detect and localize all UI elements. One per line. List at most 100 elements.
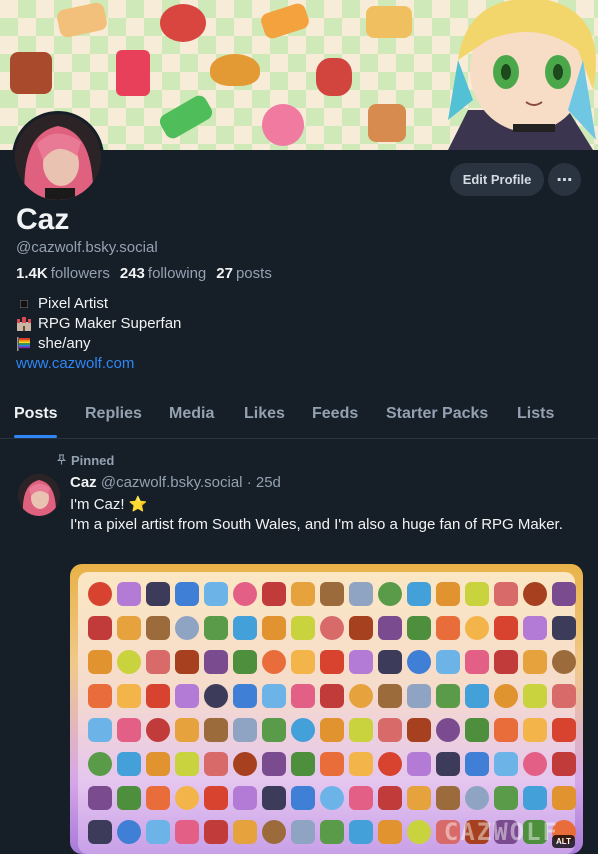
donut-sprite [262, 104, 304, 146]
pixel-sprite [88, 684, 112, 708]
display-name: Caz [16, 203, 70, 236]
pixel-sprite [262, 718, 286, 742]
pixel-sprite [349, 820, 373, 844]
followers-stat[interactable]: 1.4K followers [16, 265, 110, 282]
pie-sprite [366, 6, 412, 38]
tab-likes[interactable]: Likes [244, 405, 285, 423]
tab-media[interactable]: Media [169, 405, 214, 423]
black-square-icon [16, 297, 32, 311]
post-author-handle[interactable]: @cazwolf.bsky.social [101, 474, 243, 491]
pixel-sprite [146, 820, 170, 844]
tab-lists[interactable]: Lists [517, 405, 554, 423]
pixel-sprite [117, 684, 141, 708]
pixel-sprite [146, 616, 170, 640]
post-author-avatar[interactable] [18, 474, 60, 516]
following-label: following [147, 265, 207, 282]
tart-sprite [160, 4, 206, 42]
following-stat[interactable]: 243 following [120, 265, 206, 282]
post-separator: · [246, 474, 252, 491]
avatar-photo [15, 114, 101, 200]
pixel-sprite [88, 582, 112, 606]
pixel-sprite [523, 786, 547, 810]
website-link[interactable]: www.cazwolf.com [16, 355, 134, 372]
pixel-sprite [523, 616, 547, 640]
pixel-sprite [320, 820, 344, 844]
pixel-sprite [117, 582, 141, 606]
pixel-sprite [552, 786, 576, 810]
tab-posts[interactable]: Posts [14, 405, 58, 423]
tab-starter-packs[interactable]: Starter Packs [386, 405, 488, 423]
pixel-sprite [465, 650, 489, 674]
pixel-sprite [175, 820, 199, 844]
pixel-sprite [523, 718, 547, 742]
pixel-sprite [494, 752, 518, 776]
pixel-sprite [465, 582, 489, 606]
pixel-sprite [262, 616, 286, 640]
pixel-sprite [523, 684, 547, 708]
post-timestamp[interactable]: 25d [256, 474, 281, 491]
pixel-sprite [175, 718, 199, 742]
pixel-sprite [378, 650, 402, 674]
pixel-sprite [146, 718, 170, 742]
pixel-sprite [175, 752, 199, 776]
profile-bio: Pixel Artist RPG Maker Superfan she/any … [16, 294, 181, 374]
pixel-sprite [204, 616, 228, 640]
pixel-sprite [407, 786, 431, 810]
image-watermark: CAZWOLF [443, 818, 559, 846]
pixel-sprite [262, 752, 286, 776]
pixel-sprite [407, 616, 431, 640]
pixel-sprite [204, 684, 228, 708]
pinned-label: Pinned [71, 453, 115, 468]
pixel-sprite [146, 684, 170, 708]
edit-profile-button[interactable]: Edit Profile [450, 163, 544, 196]
followers-count: 1.4K [16, 265, 48, 282]
pixel-sprite [465, 718, 489, 742]
more-options-button[interactable]: ⋯ [548, 163, 581, 196]
pixel-sprite [204, 820, 228, 844]
pixel-sprite [88, 650, 112, 674]
post-line-1: I'm Caz! [70, 496, 125, 513]
pixel-sprite [233, 718, 257, 742]
active-tab-indicator [14, 435, 57, 438]
pixel-sprite [494, 582, 518, 606]
pixel-sprite [233, 786, 257, 810]
pixel-sprite [407, 820, 431, 844]
pixel-sprite [117, 752, 141, 776]
pixel-sprite [320, 582, 344, 606]
tab-feeds[interactable]: Feeds [312, 405, 358, 423]
profile-tabs: Posts Replies Media Likes Feeds Starter … [0, 398, 598, 439]
pixel-sprite [349, 786, 373, 810]
pixel-sprite [407, 752, 431, 776]
pixel-sprite [262, 650, 286, 674]
alt-text-badge[interactable]: ALT [552, 835, 575, 848]
post-author-name[interactable]: Caz [70, 474, 97, 491]
pixel-sprite [204, 752, 228, 776]
pixel-sprite [378, 820, 402, 844]
pixel-sprite [407, 650, 431, 674]
pixel-sprite [291, 650, 315, 674]
pixel-sprite [552, 752, 576, 776]
pin-icon [56, 453, 67, 468]
profile-avatar[interactable] [12, 111, 104, 203]
pixel-sprite [349, 616, 373, 640]
pixel-sprite [117, 718, 141, 742]
pixel-sprite [436, 752, 460, 776]
tab-replies[interactable]: Replies [85, 405, 142, 423]
bio-line-3: she/any [38, 335, 91, 352]
popsicle-sprite [156, 92, 216, 142]
rainbow-flag-icon [16, 337, 32, 351]
pixel-sprite [436, 718, 460, 742]
pixel-sprite [378, 616, 402, 640]
pixel-sprite [88, 616, 112, 640]
pixel-sprite [262, 684, 286, 708]
pixel-sprite [407, 582, 431, 606]
toast-sprite [55, 1, 109, 39]
pixel-sprite [552, 684, 576, 708]
avatar-photo [18, 474, 60, 516]
pixel-sprite [378, 718, 402, 742]
pixel-sprite [117, 650, 141, 674]
post-image[interactable]: CAZWOLF ALT [70, 564, 583, 854]
posts-label: posts [235, 265, 272, 282]
pinned-indicator: Pinned [56, 453, 114, 468]
pixel-sprite [465, 684, 489, 708]
